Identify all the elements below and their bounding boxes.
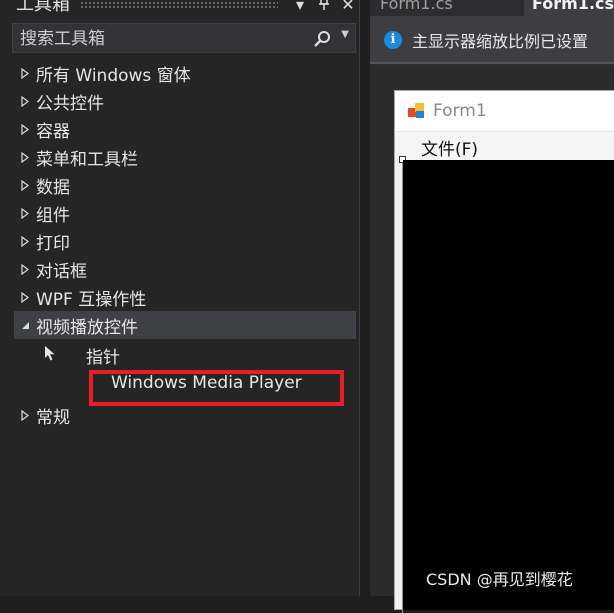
expand-triangle-icon[interactable] xyxy=(14,179,36,191)
toolbox-group-menus-toolbars[interactable]: 菜单和工具栏 xyxy=(14,143,356,171)
toolbox-group-video-playback[interactable]: 视频播放控件 xyxy=(14,311,356,339)
toolbox-search[interactable]: ▼ xyxy=(12,23,356,54)
group-label: 对话框 xyxy=(36,261,87,282)
expand-triangle-icon[interactable] xyxy=(14,291,36,303)
form-designer-surface[interactable]: Form1 文件(F) xyxy=(370,66,614,613)
form-title: Form1 xyxy=(433,101,487,121)
group-label: 数据 xyxy=(36,177,70,198)
expand-triangle-icon[interactable] xyxy=(14,207,36,219)
toolbox-group-common-controls[interactable]: 公共控件 xyxy=(14,87,356,115)
group-label: 组件 xyxy=(36,205,70,226)
collapse-triangle-icon[interactable] xyxy=(14,321,36,330)
group-label: 常规 xyxy=(36,407,70,428)
windows-media-player-control[interactable] xyxy=(403,160,614,610)
toolbox-group-dialogs[interactable]: 对话框 xyxy=(14,255,356,283)
toolbox-group-containers[interactable]: 容器 xyxy=(14,115,356,143)
expand-triangle-icon[interactable] xyxy=(14,67,36,79)
expand-triangle-icon[interactable] xyxy=(14,123,36,135)
group-label: 公共控件 xyxy=(36,93,104,114)
form-titlebar[interactable]: Form1 xyxy=(395,91,614,131)
menu-file[interactable]: 文件(F) xyxy=(421,135,478,160)
pin-icon[interactable] xyxy=(312,0,336,16)
info-bar-message: 主显示器缩放比例已设置 xyxy=(412,32,589,51)
group-label: 容器 xyxy=(36,121,70,142)
close-icon[interactable]: ✕ xyxy=(336,0,360,15)
toolbox-group-all-windows-forms[interactable]: 所有 Windows 窗体 xyxy=(14,59,356,87)
group-label: 打印 xyxy=(36,233,70,254)
toolbox-title: 工具箱 xyxy=(16,0,70,15)
dropdown-icon[interactable]: ▾ xyxy=(288,0,312,15)
toolbox-titlebar[interactable]: 工具箱 ▾ ✕ xyxy=(0,0,360,16)
toolbox-panel: 工具箱 ▾ ✕ ▼ 所有 Windows 窗体 公共控件 容器 菜单和工具栏 数… xyxy=(0,0,360,596)
info-bar: i 主显示器缩放比例已设置 xyxy=(370,18,614,64)
group-label: 所有 Windows 窗体 xyxy=(36,65,191,86)
toolbox-item-pointer[interactable]: 指针 xyxy=(40,340,356,368)
group-label: 菜单和工具栏 xyxy=(36,149,138,170)
watermark: CSDN @再见到樱花 xyxy=(426,570,573,589)
expand-triangle-icon[interactable] xyxy=(14,409,36,421)
search-icon[interactable] xyxy=(313,30,331,48)
tab-form1-cs-design[interactable]: Form1.cs xyxy=(524,0,614,16)
item-label: 指针 xyxy=(86,348,120,368)
winform-window[interactable]: Form1 文件(F) xyxy=(394,90,614,613)
document-tabstrip: Form1.cs Form1.cs xyxy=(370,0,614,18)
toolbox-group-wpf-interop[interactable]: WPF 互操作性 xyxy=(14,283,356,311)
info-icon: i xyxy=(384,31,402,49)
group-label: 视频播放控件 xyxy=(36,317,138,338)
toolbox-group-printing[interactable]: 打印 xyxy=(14,227,356,255)
expand-triangle-icon[interactable] xyxy=(14,95,36,107)
form-menustrip[interactable]: 文件(F) xyxy=(395,131,614,160)
toolbox-group-components[interactable]: 组件 xyxy=(14,199,356,227)
form-icon xyxy=(408,103,424,118)
expand-triangle-icon[interactable] xyxy=(14,235,36,247)
tab-form1-cs[interactable]: Form1.cs xyxy=(380,0,453,16)
pointer-arrow-icon xyxy=(45,346,55,361)
editor-area: Form1.cs Form1.cs i 主显示器缩放比例已设置 Form1 文件… xyxy=(370,0,614,613)
group-label: WPF 互操作性 xyxy=(36,289,147,310)
expand-triangle-icon[interactable] xyxy=(14,263,36,275)
expand-triangle-icon[interactable] xyxy=(14,151,36,163)
search-input[interactable] xyxy=(13,24,312,54)
toolbox-group-general[interactable]: 常规 xyxy=(14,401,356,429)
drag-grip[interactable] xyxy=(80,1,278,9)
toolbox-group-data[interactable]: 数据 xyxy=(14,171,356,199)
search-options-chevron-icon[interactable]: ▼ xyxy=(341,29,349,40)
